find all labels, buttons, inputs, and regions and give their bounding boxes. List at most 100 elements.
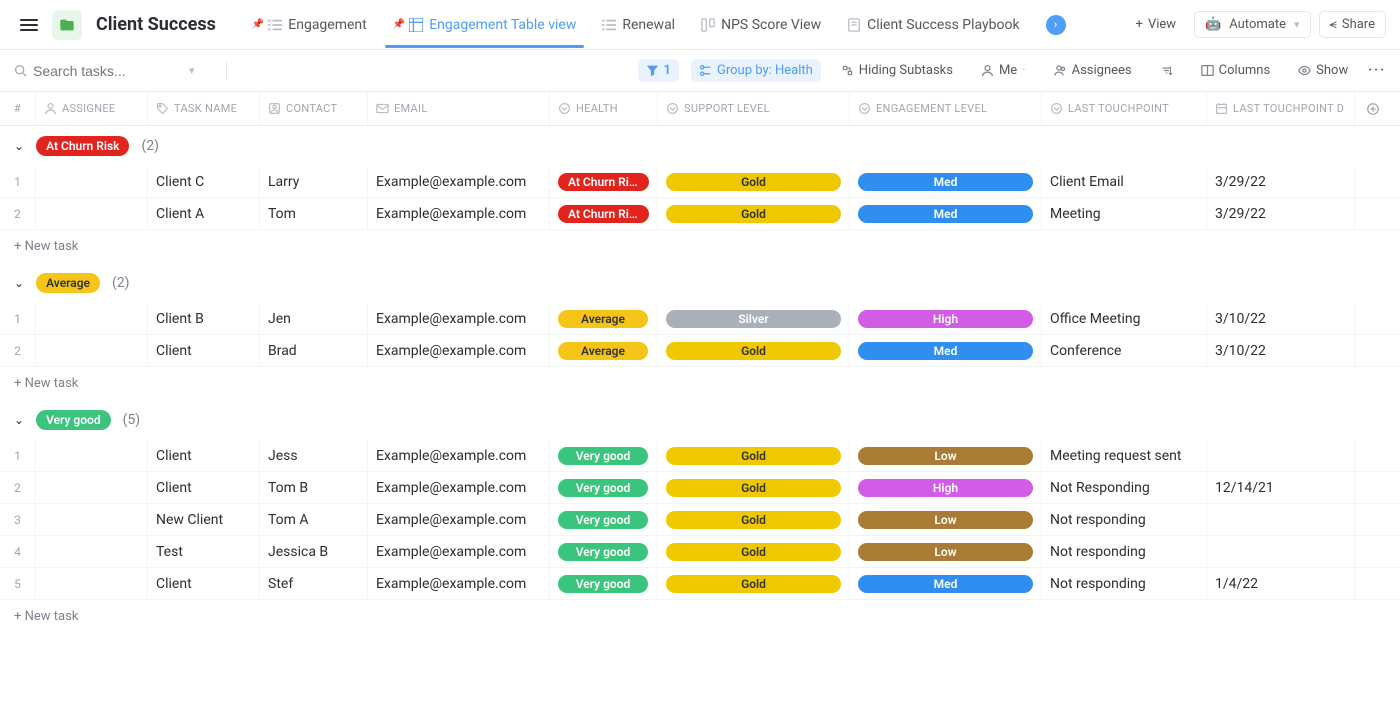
collapse-icon[interactable]: ⌄ — [14, 276, 24, 290]
cell-email[interactable]: Example@example.com — [368, 335, 550, 366]
new-task-button[interactable]: + New task — [0, 600, 1400, 633]
cell-date[interactable]: 3/10/22 — [1207, 335, 1355, 366]
more-button[interactable]: ··· — [1368, 63, 1386, 78]
cell-contact[interactable]: Tom — [260, 198, 368, 229]
cell-email[interactable]: Example@example.com — [368, 440, 550, 471]
cell-support[interactable]: Gold — [658, 198, 850, 229]
cell-assignee[interactable] — [36, 198, 148, 229]
cell-date[interactable] — [1207, 536, 1355, 567]
col-email[interactable]: EMAIL — [368, 92, 550, 125]
tab-playbook[interactable]: Client Success Playbook — [835, 3, 1031, 47]
table-row[interactable]: 1 Client C Larry Example@example.com At … — [0, 166, 1400, 198]
table-row[interactable]: 3 New Client Tom A Example@example.com V… — [0, 504, 1400, 536]
columns-chip[interactable]: Columns — [1193, 59, 1279, 82]
cell-contact[interactable]: Stef — [260, 568, 368, 599]
cell-support[interactable]: Gold — [658, 335, 850, 366]
cell-support[interactable]: Silver — [658, 303, 850, 334]
cell-task[interactable]: Client — [148, 568, 260, 599]
cell-task[interactable]: Client — [148, 335, 260, 366]
cell-date[interactable]: 1/4/22 — [1207, 568, 1355, 599]
cell-task[interactable]: New Client — [148, 504, 260, 535]
automate-button[interactable]: 🤖 Automate ▾ — [1194, 11, 1310, 38]
cell-engage[interactable]: High — [850, 472, 1042, 503]
search-input[interactable] — [33, 63, 183, 79]
cell-contact[interactable]: Brad — [260, 335, 368, 366]
col-assignee[interactable]: ASSIGNEE — [36, 92, 148, 125]
col-engage[interactable]: ENGAGEMENT LEVEL — [850, 92, 1042, 125]
cell-touch[interactable]: Not Responding — [1042, 472, 1207, 503]
cell-health[interactable]: At Churn Ri... — [550, 198, 658, 229]
cell-assignee[interactable] — [36, 335, 148, 366]
cell-assignee[interactable] — [36, 536, 148, 567]
cell-touch[interactable]: Client Email — [1042, 166, 1207, 197]
cell-touch[interactable]: Not responding — [1042, 568, 1207, 599]
collapse-icon[interactable]: ⌄ — [14, 139, 24, 153]
cell-assignee[interactable] — [36, 568, 148, 599]
cell-email[interactable]: Example@example.com — [368, 198, 550, 229]
new-task-button[interactable]: + New task — [0, 230, 1400, 263]
cell-engage[interactable]: Med — [850, 166, 1042, 197]
cell-engage[interactable]: Low — [850, 536, 1042, 567]
cell-touch[interactable]: Office Meeting — [1042, 303, 1207, 334]
cell-contact[interactable]: Jess — [260, 440, 368, 471]
collapse-icon[interactable]: ⌄ — [14, 413, 24, 427]
cell-task[interactable]: Test — [148, 536, 260, 567]
cell-engage[interactable]: Low — [850, 440, 1042, 471]
cell-support[interactable]: Gold — [658, 166, 850, 197]
cell-engage[interactable]: Med — [850, 335, 1042, 366]
group-header[interactable]: ⌄ Very good (5) — [0, 400, 1400, 440]
table-row[interactable]: 5 Client Stef Example@example.com Very g… — [0, 568, 1400, 600]
cell-health[interactable]: Average — [550, 303, 658, 334]
tab-engagement-table[interactable]: 📌 Engagement Table view — [381, 3, 589, 47]
cell-contact[interactable]: Larry — [260, 166, 368, 197]
cell-support[interactable]: Gold — [658, 440, 850, 471]
cell-assignee[interactable] — [36, 472, 148, 503]
cell-health[interactable]: At Churn Ri... — [550, 166, 658, 197]
cell-contact[interactable]: Tom A — [260, 504, 368, 535]
cell-task[interactable]: Client — [148, 440, 260, 471]
cell-touch[interactable]: Meeting request sent — [1042, 440, 1207, 471]
search-box[interactable]: ▾ — [14, 63, 214, 79]
cell-task[interactable]: Client B — [148, 303, 260, 334]
tab-renewal[interactable]: Renewal — [590, 3, 687, 47]
cell-health[interactable]: Very good — [550, 504, 658, 535]
col-touch[interactable]: LAST TOUCHPOINT — [1042, 92, 1207, 125]
add-view-button[interactable]: + View — [1126, 12, 1187, 37]
me-chip[interactable]: Me · — [973, 59, 1034, 82]
cell-engage[interactable]: Med — [850, 198, 1042, 229]
tab-nps[interactable]: NPS Score View — [689, 3, 833, 47]
col-support[interactable]: SUPPORT LEVEL — [658, 92, 850, 125]
table-row[interactable]: 2 Client Brad Example@example.com Averag… — [0, 335, 1400, 367]
cell-assignee[interactable] — [36, 303, 148, 334]
table-row[interactable]: 2 Client A Tom Example@example.com At Ch… — [0, 198, 1400, 230]
cell-assignee[interactable] — [36, 166, 148, 197]
share-button[interactable]: ⪪ Share — [1319, 11, 1386, 38]
sort-chip[interactable] — [1152, 60, 1181, 81]
cell-email[interactable]: Example@example.com — [368, 536, 550, 567]
table-row[interactable]: 1 Client B Jen Example@example.com Avera… — [0, 303, 1400, 335]
group-header[interactable]: ⌄ At Churn Risk (2) — [0, 126, 1400, 166]
table-row[interactable]: 2 Client Tom B Example@example.com Very … — [0, 472, 1400, 504]
cell-email[interactable]: Example@example.com — [368, 166, 550, 197]
cell-date[interactable]: 3/29/22 — [1207, 198, 1355, 229]
cell-date[interactable] — [1207, 440, 1355, 471]
cell-support[interactable]: Gold — [658, 504, 850, 535]
chevron-down-icon[interactable]: ▾ — [189, 64, 195, 77]
cell-engage[interactable]: Low — [850, 504, 1042, 535]
new-task-button[interactable]: + New task — [0, 367, 1400, 400]
cell-engage[interactable]: Med — [850, 568, 1042, 599]
cell-health[interactable]: Very good — [550, 440, 658, 471]
cell-date[interactable]: 12/14/21 — [1207, 472, 1355, 503]
cell-support[interactable]: Gold — [658, 472, 850, 503]
col-contact[interactable]: CONTACT — [260, 92, 368, 125]
cell-contact[interactable]: Tom B — [260, 472, 368, 503]
cell-health[interactable]: Very good — [550, 568, 658, 599]
cell-contact[interactable]: Jen — [260, 303, 368, 334]
cell-task[interactable]: Client A — [148, 198, 260, 229]
cell-assignee[interactable] — [36, 440, 148, 471]
menu-button[interactable] — [14, 13, 44, 37]
cell-touch[interactable]: Meeting — [1042, 198, 1207, 229]
cell-task[interactable]: Client — [148, 472, 260, 503]
cell-date[interactable] — [1207, 504, 1355, 535]
cell-assignee[interactable] — [36, 504, 148, 535]
